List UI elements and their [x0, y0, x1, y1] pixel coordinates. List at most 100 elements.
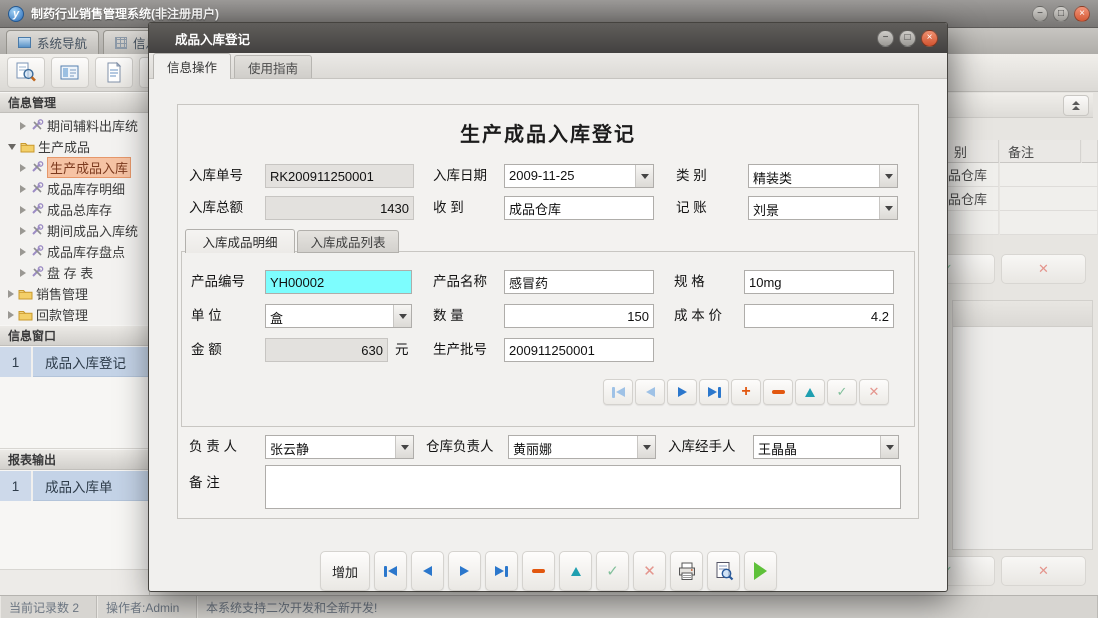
- dropdown-button[interactable]: [637, 436, 655, 458]
- receive-field[interactable]: [504, 196, 654, 220]
- cancel-button[interactable]: ✕: [633, 551, 666, 591]
- tree-item-sales-mgmt[interactable]: 销售管理: [0, 283, 150, 304]
- dropdown-button[interactable]: [635, 165, 653, 187]
- main-close-button[interactable]: ×: [1074, 6, 1090, 22]
- tab-list[interactable]: 入库成品列表: [297, 230, 399, 253]
- main-maximize-button[interactable]: □: [1053, 6, 1069, 22]
- nav-last-button[interactable]: [699, 379, 729, 405]
- tree-item-total-stock[interactable]: 成品总库存: [0, 199, 150, 220]
- expand-icon[interactable]: [20, 164, 26, 172]
- tree-item-label-selected: 生产成品入库: [47, 157, 131, 178]
- add-record-button[interactable]: +: [731, 379, 761, 405]
- tree-item-inventory-table[interactable]: 盘 存 表: [0, 262, 150, 283]
- dialog-title: 成品入库登记: [175, 29, 250, 48]
- expand-icon[interactable]: [8, 290, 14, 298]
- tree-item-payment-mgmt[interactable]: 回款管理: [0, 304, 150, 325]
- order-no-field[interactable]: [265, 164, 414, 188]
- remark-field[interactable]: [265, 465, 901, 509]
- add-button[interactable]: 增加: [320, 551, 370, 591]
- save-button[interactable]: ✓: [596, 551, 629, 591]
- chevron-down-icon: [886, 445, 894, 450]
- total-amount-field[interactable]: [265, 196, 414, 220]
- unit-select[interactable]: 盒: [265, 304, 412, 328]
- product-name-field[interactable]: [504, 270, 654, 294]
- delete-record-button[interactable]: [763, 379, 793, 405]
- bg-cancel-button[interactable]: ✕: [1001, 254, 1086, 284]
- nav-prev-button[interactable]: [635, 379, 665, 405]
- main-minimize-button[interactable]: −: [1032, 6, 1048, 22]
- print-button[interactable]: [670, 551, 703, 591]
- collapse-icon[interactable]: [8, 144, 16, 150]
- expand-icon[interactable]: [20, 248, 26, 256]
- expand-icon[interactable]: [20, 185, 26, 193]
- info-card-button[interactable]: [51, 57, 89, 88]
- expand-icon[interactable]: [20, 206, 26, 214]
- product-code-field[interactable]: [265, 270, 412, 294]
- warehouse-manager-select[interactable]: 黄丽娜: [508, 435, 656, 459]
- last-button[interactable]: [485, 551, 518, 591]
- unit-value: 盒: [266, 305, 393, 327]
- info-operate-icon: [115, 37, 127, 49]
- bookkeeper-select[interactable]: 刘景: [748, 196, 898, 220]
- expand-icon[interactable]: [20, 122, 26, 130]
- warehouse-manager-label: 仓库负责人: [426, 435, 494, 459]
- run-button[interactable]: [744, 551, 777, 591]
- first-button[interactable]: [374, 551, 407, 591]
- confirm-record-button[interactable]: ✓: [827, 379, 857, 405]
- edit-record-button[interactable]: [795, 379, 825, 405]
- dialog-minimize-button[interactable]: −: [877, 30, 894, 47]
- nav-first-button[interactable]: [603, 379, 633, 405]
- expand-icon[interactable]: [8, 311, 14, 319]
- expand-icon[interactable]: [20, 227, 26, 235]
- prev-button[interactable]: [411, 551, 444, 591]
- expand-icon[interactable]: [20, 269, 26, 277]
- dropdown-button[interactable]: [880, 436, 898, 458]
- cost-field[interactable]: [744, 304, 894, 328]
- spec-label: 规 格: [674, 270, 705, 294]
- tree-item-production-finished[interactable]: 生产成品: [0, 136, 150, 157]
- search-button[interactable]: [7, 57, 45, 88]
- dropdown-button[interactable]: [879, 165, 897, 187]
- print-preview-button[interactable]: [707, 551, 740, 591]
- batch-field[interactable]: [504, 338, 654, 362]
- cancel-record-button[interactable]: ✕: [859, 379, 889, 405]
- tree-item-stock-detail[interactable]: 成品库存明细: [0, 178, 150, 199]
- info-window-row[interactable]: 1 成品入库登记: [0, 347, 150, 377]
- cross-icon: ✕: [643, 562, 656, 580]
- document-button[interactable]: [95, 57, 133, 88]
- category-label: 类 别: [676, 164, 707, 188]
- sidebar-header-info: 信息管理: [0, 92, 150, 113]
- warehouse-manager-value: 黄丽娜: [509, 436, 637, 458]
- order-no-label: 入库单号: [189, 164, 243, 188]
- collapse-panel-button[interactable]: [1063, 95, 1089, 116]
- category-select[interactable]: 精装类: [748, 164, 898, 188]
- dropdown-button[interactable]: [879, 197, 897, 219]
- nav-next-button[interactable]: [667, 379, 697, 405]
- spec-field[interactable]: [744, 270, 894, 294]
- dropdown-button[interactable]: [395, 436, 413, 458]
- delete-button[interactable]: [522, 551, 555, 591]
- dropdown-button[interactable]: [393, 305, 411, 327]
- tab-detail[interactable]: 入库成品明细: [185, 229, 295, 253]
- report-output-row[interactable]: 1 成品入库单: [0, 471, 150, 501]
- amount-field[interactable]: [265, 338, 388, 362]
- tree-item-finished-inbound[interactable]: 生产成品入库: [0, 157, 150, 178]
- tab-system-nav[interactable]: 系统导航: [6, 30, 99, 54]
- status-operator: 操作者:Admin: [97, 596, 197, 618]
- chevron-up-icon: [1072, 101, 1080, 105]
- tab-info-operation[interactable]: 信息操作: [153, 53, 231, 79]
- tree-item-period-inbound-stat[interactable]: 期间成品入库统: [0, 220, 150, 241]
- tab-user-guide[interactable]: 使用指南: [234, 55, 312, 78]
- dialog-maximize-button[interactable]: □: [899, 30, 916, 47]
- bg-cancel-button-2[interactable]: ✕: [1001, 556, 1086, 586]
- next-button[interactable]: [448, 551, 481, 591]
- inbound-date-select[interactable]: 2009-11-25: [504, 164, 654, 188]
- quantity-field[interactable]: [504, 304, 654, 328]
- edit-button[interactable]: [559, 551, 592, 591]
- tree-item-period-aux-out[interactable]: 期间辅料出库统: [0, 115, 150, 136]
- dialog-close-button[interactable]: ×: [921, 30, 938, 47]
- manager-select[interactable]: 张云静: [265, 435, 414, 459]
- triangle-up-icon: [805, 388, 815, 397]
- tree-item-stock-check[interactable]: 成品库存盘点: [0, 241, 150, 262]
- handler-select[interactable]: 王晶晶: [753, 435, 899, 459]
